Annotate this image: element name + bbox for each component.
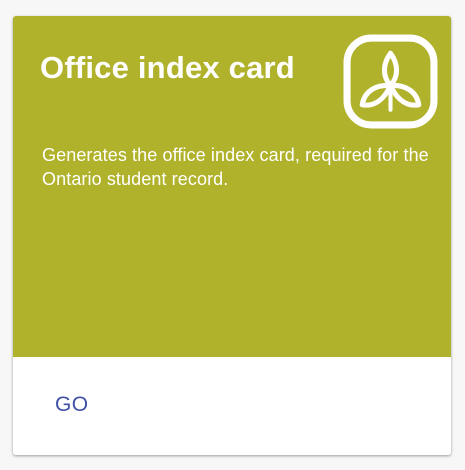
card-title: Office index card bbox=[40, 50, 295, 85]
office-index-card: Office index card Generates the office i… bbox=[13, 16, 451, 455]
ontario-trillium-icon bbox=[342, 33, 439, 130]
card-description: Generates the office index card, require… bbox=[42, 145, 429, 189]
page: Office index card Generates the office i… bbox=[0, 0, 465, 470]
go-button[interactable]: GO bbox=[43, 385, 100, 425]
card-header: Office index card Generates the office i… bbox=[13, 16, 451, 357]
card-actions: GO bbox=[13, 357, 451, 455]
